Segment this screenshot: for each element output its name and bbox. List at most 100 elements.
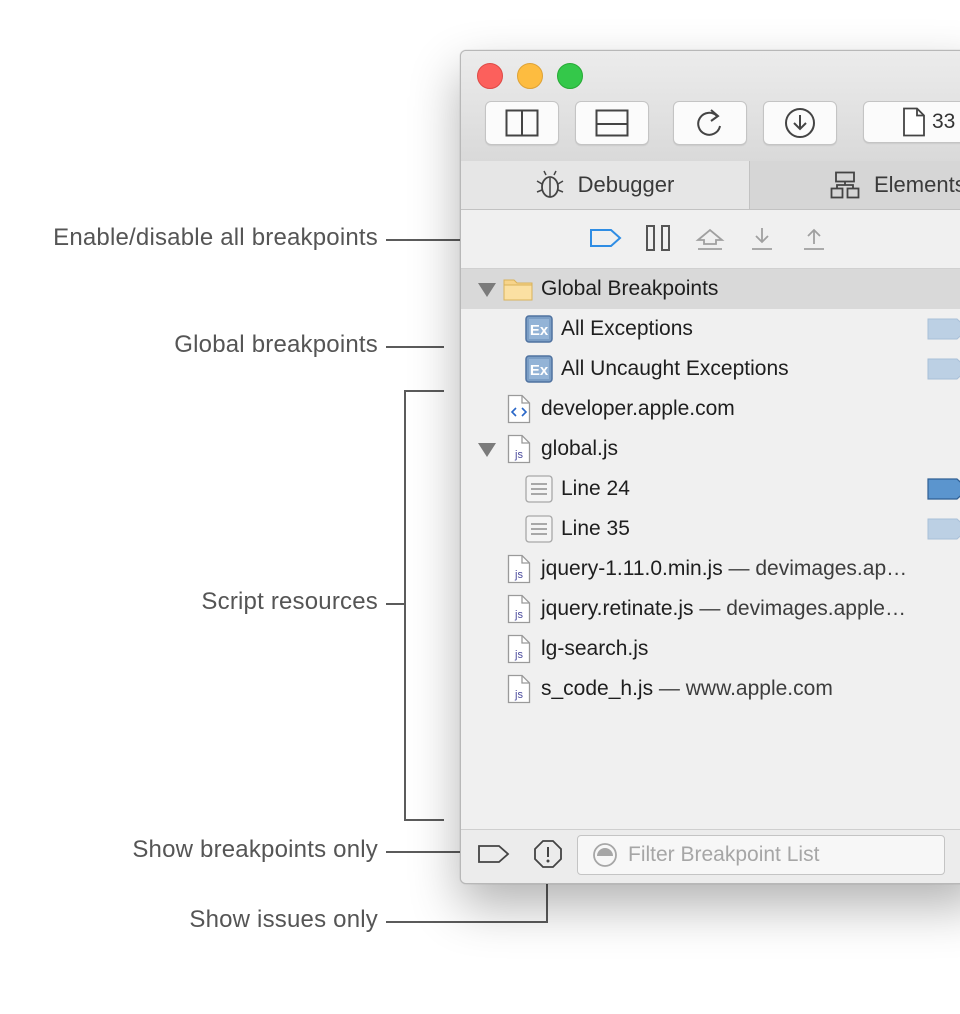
step-into-icon[interactable] xyxy=(749,226,775,252)
breakpoint-marker-inactive[interactable] xyxy=(927,358,960,380)
jquery-min-label: jquery-1.11.0.min.js — devimages.ap… xyxy=(541,557,907,581)
list-item-jquery-min[interactable]: js jquery-1.11.0.min.js — devimages.ap… xyxy=(461,549,960,589)
reload-icon xyxy=(697,109,721,136)
list-item-lg-search[interactable]: js lg-search.js xyxy=(461,629,960,669)
filter-input[interactable] xyxy=(628,842,928,868)
list-item-global-js[interactable]: js global.js xyxy=(461,429,960,469)
show-issues-only-icon[interactable] xyxy=(533,839,563,869)
breakpoint-marker-active[interactable] xyxy=(927,478,960,500)
callout-show-issues-only: Show issues only xyxy=(189,906,378,933)
callout-script-resources: Script resources xyxy=(201,588,378,615)
file-domain: — www.apple.com xyxy=(658,677,833,700)
breakpoint-toggle-icon[interactable] xyxy=(589,226,623,250)
bug-icon xyxy=(536,170,564,198)
all-uncaught-exceptions-label: All Uncaught Exceptions xyxy=(561,357,789,380)
svg-text:js: js xyxy=(514,609,523,621)
svg-text:js: js xyxy=(514,449,523,461)
download-icon xyxy=(785,108,815,138)
developer-apple-label: developer.apple.com xyxy=(541,397,735,420)
list-item-global-breakpoints[interactable]: Global Breakpoints xyxy=(461,269,960,309)
tab-bar: Debugger Elements xyxy=(461,161,960,210)
callout-global-breakpoints: Global breakpoints xyxy=(174,331,378,358)
file-name: jquery-1.11.0.min.js xyxy=(541,557,723,580)
svg-text:js: js xyxy=(514,649,523,661)
callout-bracket xyxy=(404,390,406,821)
js-file-icon: js xyxy=(507,674,531,704)
dock-side-button[interactable] xyxy=(485,101,559,145)
tab-debugger-label: Debugger xyxy=(577,172,675,197)
resource-count-button[interactable]: 33 xyxy=(863,101,960,143)
html-document-icon xyxy=(507,394,531,424)
callout-bracket-bottom xyxy=(404,819,444,821)
breakpoint-marker-inactive[interactable] xyxy=(927,318,960,340)
elements-tree-icon xyxy=(830,171,860,199)
js-file-icon: js xyxy=(507,434,531,464)
filter-icon xyxy=(593,843,617,867)
svg-text:js: js xyxy=(514,689,523,701)
exception-icon: Ex xyxy=(525,355,553,383)
list-item-line-35[interactable]: Line 35 xyxy=(461,509,960,549)
web-inspector-window: 33 Debugger Elements Global Breakpoints … xyxy=(460,50,960,884)
list-item-developer-apple[interactable]: developer.apple.com xyxy=(461,389,960,429)
callout-line xyxy=(386,603,406,605)
minimize-window-button[interactable] xyxy=(517,63,543,89)
js-file-icon: js xyxy=(507,634,531,664)
list-item-line-24[interactable]: Line 24 xyxy=(461,469,960,509)
breakpoint-list: Global Breakpoints Ex All Exceptions Ex … xyxy=(461,269,960,829)
source-line-icon xyxy=(525,515,553,543)
all-exceptions-label: All Exceptions xyxy=(561,317,693,340)
global-js-label: global.js xyxy=(541,437,619,460)
zoom-window-button[interactable] xyxy=(557,63,583,89)
step-over-icon[interactable] xyxy=(695,226,725,252)
filter-breakpoint-field[interactable] xyxy=(577,835,945,875)
document-icon xyxy=(903,107,925,137)
list-item-all-uncaught-exceptions[interactable]: Ex All Uncaught Exceptions xyxy=(461,349,960,389)
callout-show-breakpoints-only: Show breakpoints only xyxy=(132,836,378,863)
line-35-label: Line 35 xyxy=(561,517,630,540)
reload-button[interactable] xyxy=(673,101,747,145)
show-breakpoints-only-icon[interactable] xyxy=(477,842,511,866)
callout-bracket-top xyxy=(404,390,444,392)
disclosure-expanded-icon[interactable] xyxy=(478,283,496,297)
js-file-icon: js xyxy=(507,594,531,624)
close-window-button[interactable] xyxy=(477,63,503,89)
line-24-label: Line 24 xyxy=(561,477,630,500)
disclosure-expanded-icon[interactable] xyxy=(478,443,496,457)
download-button[interactable] xyxy=(763,101,837,145)
dock-bottom-button[interactable] xyxy=(575,101,649,145)
lg-search-label: lg-search.js xyxy=(541,637,649,660)
folder-icon xyxy=(503,279,533,301)
list-item-jquery-retinate[interactable]: js jquery.retinate.js — devimages.apple… xyxy=(461,589,960,629)
svg-text:js: js xyxy=(514,569,523,581)
breakpoint-marker-inactive[interactable] xyxy=(927,518,960,540)
dock-side-icon xyxy=(505,109,539,137)
exception-icon: Ex xyxy=(525,315,553,343)
file-domain: — devimages.apple… xyxy=(699,597,906,620)
callout-line xyxy=(386,346,444,348)
tab-debugger[interactable]: Debugger xyxy=(461,161,750,209)
title-bar: 33 xyxy=(461,51,960,162)
global-breakpoints-label: Global Breakpoints xyxy=(541,277,719,300)
file-name: jquery.retinate.js xyxy=(541,597,694,620)
resource-count: 33 xyxy=(932,110,956,133)
filter-bar xyxy=(461,829,960,883)
tab-elements[interactable]: Elements xyxy=(750,161,960,209)
tab-elements-label: Elements xyxy=(874,172,960,197)
breakpoint-toolbar xyxy=(461,210,960,269)
file-name: s_code_h.js xyxy=(541,677,654,700)
step-out-icon[interactable] xyxy=(801,226,827,252)
dock-bottom-icon xyxy=(595,109,629,137)
source-line-icon xyxy=(525,475,553,503)
callout-line xyxy=(386,921,548,923)
js-file-icon: js xyxy=(507,554,531,584)
svg-text:Ex: Ex xyxy=(530,362,549,379)
list-item-all-exceptions[interactable]: Ex All Exceptions xyxy=(461,309,960,349)
list-item-s-code[interactable]: js s_code_h.js — www.apple.com xyxy=(461,669,960,709)
s-code-label: s_code_h.js — www.apple.com xyxy=(541,677,833,701)
file-domain: — devimages.ap… xyxy=(728,557,908,580)
svg-text:Ex: Ex xyxy=(530,322,549,339)
callout-line xyxy=(386,851,462,853)
callout-enable-disable-breakpoints: Enable/disable all breakpoints xyxy=(53,224,378,251)
pause-icon[interactable] xyxy=(645,224,671,252)
jquery-retinate-label: jquery.retinate.js — devimages.apple… xyxy=(541,597,906,621)
